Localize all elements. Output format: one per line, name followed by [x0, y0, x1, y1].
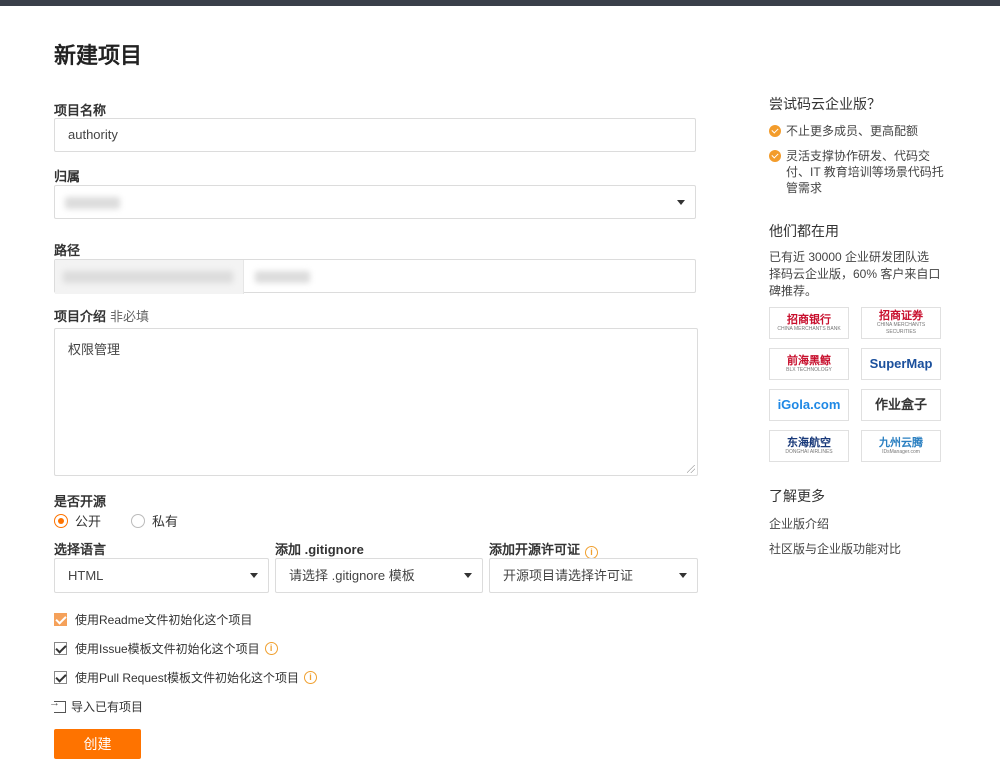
- customer-logo-subtitle: CHINA MERCHANTS BANK: [777, 325, 841, 332]
- customer-logo-name: iGola.com: [777, 397, 841, 412]
- license-label: 添加开源许可证 i: [489, 539, 599, 559]
- pr-checkbox-row[interactable]: 使用Pull Request模板文件初始化这个项目 i: [54, 669, 318, 686]
- customer-logo-name: 九州云腾: [879, 436, 923, 449]
- customer-logo-name: SuperMap: [869, 356, 933, 371]
- optional-hint: 非必填: [110, 309, 150, 324]
- language-select[interactable]: HTML: [54, 558, 269, 593]
- chevron-down-icon: [677, 200, 685, 205]
- readme-checkbox[interactable]: [54, 613, 67, 626]
- description-label: 项目介绍 非必填: [54, 306, 149, 325]
- learn-more-title: 了解更多: [769, 488, 825, 504]
- users-text: 已有近 30000 企业研发团队选择码云企业版，60% 客户来自口碑推荐。: [769, 250, 941, 298]
- customer-logo: iGola.com: [769, 389, 849, 421]
- open-source-label: 是否开源: [54, 494, 107, 509]
- bullet-text: 不止更多成员、更高配额: [786, 124, 919, 138]
- customer-logo-name: 前海黑鲸: [786, 354, 831, 367]
- customer-logo-subtitle: IDsManager.com: [882, 448, 920, 455]
- users-title: 他们都在用: [769, 223, 839, 239]
- issue-checkbox-label[interactable]: 使用Issue模板文件初始化这个项目: [75, 640, 260, 657]
- license-value: 开源项目请选择许可证: [503, 568, 634, 583]
- customer-logo-subtitle: BLX TECHNOLOGY: [786, 366, 832, 373]
- license-label-text: 添加开源许可证: [489, 542, 581, 557]
- gitignore-value: 请选择 .gitignore 模板: [289, 568, 415, 583]
- path-label: 路径: [54, 243, 81, 258]
- try-enterprise-title: 尝试码云企业版？: [769, 96, 881, 112]
- readme-checkbox-label[interactable]: 使用Readme文件初始化这个项目: [75, 611, 252, 628]
- customer-logo: SuperMap: [861, 348, 941, 380]
- customer-logo-subtitle: CHINA MERCHANTS SECURITIES: [876, 322, 926, 335]
- customer-logo-name: 招商证券: [879, 310, 923, 322]
- info-icon[interactable]: i: [304, 671, 318, 684]
- radio-private[interactable]: [131, 513, 146, 528]
- radio-private-label[interactable]: 私有: [152, 511, 178, 530]
- readme-checkbox-row[interactable]: 使用Readme文件初始化这个项目: [54, 611, 252, 628]
- project-name-label: 项目名称: [54, 103, 107, 118]
- bullet-text: 灵活支撑协作研发、代码交付、IT 教育培训等场景代码托管需求: [786, 149, 944, 195]
- redacted-path: [255, 271, 310, 283]
- customer-logo: 东海航空 DONGHAI AIRLINES: [769, 430, 849, 462]
- project-name-input[interactable]: authority: [54, 118, 696, 152]
- info-icon[interactable]: i: [264, 642, 278, 655]
- description-textarea[interactable]: 权限管理: [54, 328, 698, 476]
- gitignore-select[interactable]: 请选择 .gitignore 模板: [275, 558, 483, 593]
- top-nav-bar: [0, 0, 1000, 6]
- customer-logo-name: 作业盒子: [874, 397, 927, 412]
- edition-compare-link[interactable]: 社区版与企业版功能对比: [769, 540, 901, 557]
- bullet-item: 不止更多成员、更高配额: [769, 123, 944, 139]
- customer-logo: 招商银行 CHINA MERCHANTS BANK: [769, 307, 849, 339]
- visibility-radio-group: 公开 私有: [54, 511, 178, 530]
- radio-public-label[interactable]: 公开: [75, 511, 101, 530]
- owner-select[interactable]: [54, 185, 696, 219]
- chevron-down-icon: [250, 573, 258, 578]
- customer-logo: 前海黑鲸 BLX TECHNOLOGY: [769, 348, 849, 380]
- chevron-down-icon: [464, 573, 472, 578]
- description-label-text: 项目介绍: [54, 309, 107, 324]
- description-text: 权限管理: [68, 342, 121, 357]
- issue-checkbox-row[interactable]: 使用Issue模板文件初始化这个项目 i: [54, 640, 278, 657]
- customer-logo-subtitle: DONGHAI AIRLINES: [785, 448, 833, 455]
- redacted-path-prefix: [63, 271, 233, 283]
- radio-public[interactable]: [54, 513, 68, 528]
- resize-handle-icon[interactable]: [687, 465, 695, 473]
- license-select[interactable]: 开源项目请选择许可证: [489, 558, 698, 593]
- owner-label: 归属: [54, 169, 81, 184]
- customer-logo: 九州云腾 IDsManager.com: [861, 430, 941, 462]
- enterprise-intro-link[interactable]: 企业版介绍: [769, 515, 829, 532]
- create-button[interactable]: 创建: [54, 729, 141, 759]
- language-value: HTML: [68, 568, 104, 583]
- customer-logo-name: 招商银行: [787, 313, 831, 326]
- customer-logo: 作业盒子: [861, 389, 941, 421]
- check-circle-icon: [769, 150, 781, 162]
- import-icon: [49, 697, 66, 713]
- redacted-owner: [65, 197, 120, 209]
- language-label: 选择语言: [54, 542, 107, 557]
- import-project-label[interactable]: 导入已有项目: [71, 698, 143, 715]
- check-circle-icon: [769, 125, 781, 137]
- path-input[interactable]: [54, 259, 696, 294]
- pr-checkbox[interactable]: [54, 671, 67, 684]
- import-project-link[interactable]: 导入已有项目: [49, 697, 143, 715]
- bullet-item: 灵活支撑协作研发、代码交付、IT 教育培训等场景代码托管需求: [769, 148, 944, 196]
- gitignore-label: 添加 .gitignore: [275, 542, 364, 557]
- customer-logo: 招商证券 CHINA MERCHANTS SECURITIES: [861, 307, 941, 339]
- issue-checkbox[interactable]: [54, 642, 67, 655]
- chevron-down-icon: [679, 573, 687, 578]
- page-title: 新建项目: [54, 43, 143, 68]
- customer-logo-name: 东海航空: [786, 436, 831, 449]
- path-prefix: [55, 260, 244, 294]
- pr-checkbox-label[interactable]: 使用Pull Request模板文件初始化这个项目: [75, 669, 299, 686]
